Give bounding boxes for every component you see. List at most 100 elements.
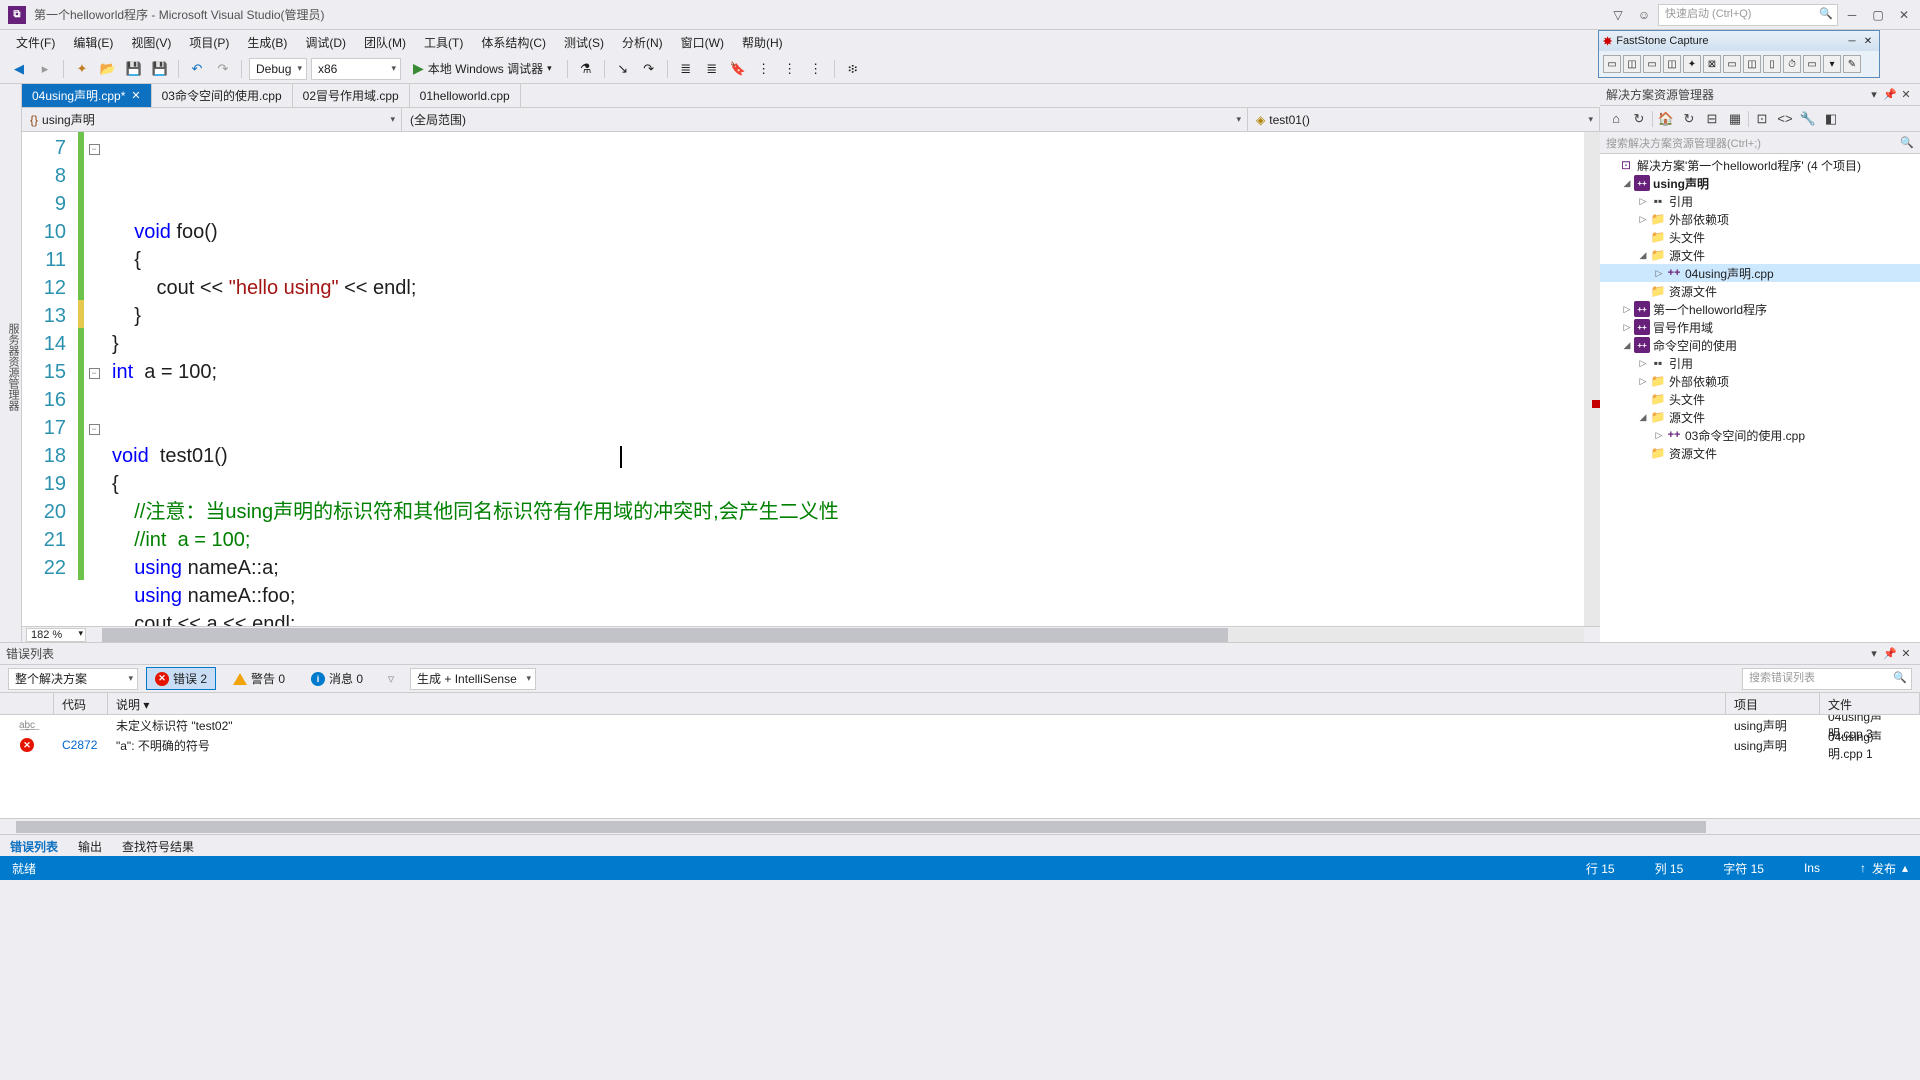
error-row[interactable]: ✕C2872"a": 不明确的符号using声明04using声明.cpp 1 xyxy=(0,735,1920,755)
error-search-input[interactable]: 搜索错误列表 xyxy=(1742,668,1912,690)
menu-帮助H[interactable]: 帮助(H) xyxy=(734,31,791,54)
sync-button[interactable]: 🏠 xyxy=(1656,109,1676,129)
col-project[interactable]: 项目 xyxy=(1726,693,1820,714)
menu-团队M[interactable]: 团队(M) xyxy=(356,31,414,54)
nav-scope-combo[interactable]: (全局范围) xyxy=(402,108,1248,131)
platform-dropdown[interactable]: x86 xyxy=(311,58,401,80)
tree-item[interactable]: ▷++04using声明.cpp xyxy=(1600,264,1920,282)
tree-item[interactable]: ◢++命令空间的使用 xyxy=(1600,336,1920,354)
open-button[interactable]: 📂 xyxy=(97,58,119,80)
menu-分析N[interactable]: 分析(N) xyxy=(614,31,671,54)
tree-item[interactable]: 📁资源文件 xyxy=(1600,282,1920,300)
tree-item[interactable]: ▷📁外部依赖项 xyxy=(1600,372,1920,390)
tree-item[interactable]: ⊡解决方案'第一个helloworld程序' (4 个项目) xyxy=(1600,156,1920,174)
tree-item[interactable]: 📁资源文件 xyxy=(1600,444,1920,462)
fs-capture-scroll[interactable]: ⊠ xyxy=(1703,55,1721,73)
solution-tree[interactable]: ⊡解决方案'第一个helloworld程序' (4 个项目)◢++using声明… xyxy=(1600,154,1920,642)
collapse-button[interactable]: ⊟ xyxy=(1702,109,1722,129)
menu-体系结构C[interactable]: 体系结构(C) xyxy=(473,31,554,54)
back-button[interactable]: ◀ xyxy=(8,58,30,80)
tb-misc1[interactable]: ⋮ xyxy=(753,58,775,80)
col-desc[interactable]: 说明 ▾ xyxy=(108,693,1726,714)
error-row[interactable]: a͟b͟c͟未定义标识符 "test02"using声明04using声明.cp… xyxy=(0,715,1920,735)
fs-close-button[interactable]: ✕ xyxy=(1861,34,1875,48)
fs-delay[interactable]: ⏱ xyxy=(1783,55,1801,73)
output-tab[interactable]: 查找符号结果 xyxy=(112,835,204,856)
close-button[interactable]: ✕ xyxy=(1892,3,1916,27)
quick-launch-input[interactable]: 快速启动 (Ctrl+Q) xyxy=(1658,4,1838,26)
menu-项目P[interactable]: 项目(P) xyxy=(181,31,237,54)
save-button[interactable]: 💾 xyxy=(123,58,145,80)
tb-misc3[interactable]: ⋮ xyxy=(805,58,827,80)
panel-pin-button[interactable]: 📌 xyxy=(1882,87,1898,103)
se-back-button[interactable]: ↻ xyxy=(1629,109,1649,129)
tree-item[interactable]: 📁头文件 xyxy=(1600,228,1920,246)
fs-capture-fixed[interactable]: ▭ xyxy=(1723,55,1741,73)
horizontal-scrollbar[interactable]: 182 % xyxy=(22,626,1600,642)
nav-project-combo[interactable]: {}using声明 xyxy=(22,108,402,131)
editor-tab[interactable]: 02冒号作用域.cpp xyxy=(293,84,410,107)
minimize-button[interactable]: ─ xyxy=(1840,3,1864,27)
messages-filter-button[interactable]: i消息 0 xyxy=(302,667,372,690)
tree-item[interactable]: ▷▪▪引用 xyxy=(1600,192,1920,210)
error-scope-dropdown[interactable]: 整个解决方案 xyxy=(8,668,138,690)
build-filter-dropdown[interactable]: 生成 + IntelliSense xyxy=(410,668,536,690)
menu-视图V[interactable]: 视图(V) xyxy=(123,31,179,54)
faststone-window[interactable]: ✸ FastStone Capture ─ ✕ ▭ ◫ ▭ ◫ ✦ ⊠ ▭ ◫ … xyxy=(1598,30,1880,78)
new-project-button[interactable]: ✦ xyxy=(71,58,93,80)
wrench-button[interactable]: 🔧 xyxy=(1798,109,1818,129)
warnings-filter-button[interactable]: 警告 0 xyxy=(224,667,294,690)
refresh-button[interactable]: ↻ xyxy=(1679,109,1699,129)
col-code[interactable]: 代码 xyxy=(54,693,108,714)
restore-button[interactable]: ▢ xyxy=(1866,3,1890,27)
errlist-close-button[interactable]: ✕ xyxy=(1898,646,1914,662)
se-misc-button[interactable]: ◧ xyxy=(1821,109,1841,129)
fs-capture-full[interactable]: ✦ xyxy=(1683,55,1701,73)
fs-settings[interactable]: ▾ xyxy=(1823,55,1841,73)
tree-item[interactable]: ▷▪▪引用 xyxy=(1600,354,1920,372)
extensions-button[interactable]: ፨ xyxy=(842,58,864,80)
menu-窗口W[interactable]: 窗口(W) xyxy=(673,31,732,54)
tree-item[interactable]: ▷++第一个helloworld程序 xyxy=(1600,300,1920,318)
code-editor[interactable]: 78910111213141516171819202122 − − − void… xyxy=(22,132,1600,626)
bookmark-button[interactable]: 🔖 xyxy=(727,58,749,80)
fold-toggle[interactable]: − xyxy=(89,424,100,435)
fs-capture-object[interactable]: ◫ xyxy=(1623,55,1641,73)
comment-button[interactable]: ≣ xyxy=(675,58,697,80)
panel-close-button[interactable]: ✕ xyxy=(1898,87,1914,103)
fs-capture-window[interactable]: ▭ xyxy=(1603,55,1621,73)
menu-测试S[interactable]: 测试(S) xyxy=(556,31,612,54)
tree-item[interactable]: 📁头文件 xyxy=(1600,390,1920,408)
server-explorer-tab[interactable]: 服务器资源管理器 xyxy=(5,323,21,411)
editor-tab[interactable]: 01helloworld.cpp xyxy=(410,84,521,107)
notifications-icon[interactable]: ▽ xyxy=(1606,3,1630,27)
output-tab[interactable]: 输出 xyxy=(68,835,112,856)
tab-close-button[interactable]: ✕ xyxy=(131,89,140,102)
nav-member-combo[interactable]: ◈test01() xyxy=(1248,108,1600,131)
tree-item[interactable]: ◢++using声明 xyxy=(1600,174,1920,192)
menu-文件F[interactable]: 文件(F) xyxy=(8,31,63,54)
undo-button[interactable]: ↶ xyxy=(186,58,208,80)
fold-toggle[interactable]: − xyxy=(89,368,100,379)
error-rows[interactable]: a͟b͟c͟未定义标识符 "test02"using声明04using声明.cp… xyxy=(0,715,1920,818)
output-tab[interactable]: 错误列表 xyxy=(0,835,68,856)
filter-button[interactable]: ▿ xyxy=(380,668,402,690)
vertical-scrollbar[interactable] xyxy=(1584,132,1600,626)
fs-capture-rect[interactable]: ▭ xyxy=(1643,55,1661,73)
forward-button[interactable]: ▸ xyxy=(34,58,56,80)
redo-button[interactable]: ↷ xyxy=(212,58,234,80)
process-button[interactable]: ⚗ xyxy=(575,58,597,80)
preview-button[interactable]: <> xyxy=(1775,109,1795,129)
zoom-level[interactable]: 182 % xyxy=(26,628,86,642)
menu-调试D[interactable]: 调试(D) xyxy=(297,31,354,54)
save-all-button[interactable]: 💾 xyxy=(149,58,171,80)
panel-dropdown-button[interactable]: ▾ xyxy=(1866,87,1882,103)
fs-output[interactable]: ▭ xyxy=(1803,55,1821,73)
fs-tool-8[interactable]: ◫ xyxy=(1743,55,1761,73)
col-file[interactable]: 文件 xyxy=(1820,693,1920,714)
fs-minimize-button[interactable]: ─ xyxy=(1845,34,1859,48)
errlist-dropdown-button[interactable]: ▾ xyxy=(1866,646,1882,662)
errlist-pin-button[interactable]: 📌 xyxy=(1882,646,1898,662)
menu-工具T[interactable]: 工具(T) xyxy=(416,31,471,54)
errors-filter-button[interactable]: ✕错误 2 xyxy=(146,667,216,690)
